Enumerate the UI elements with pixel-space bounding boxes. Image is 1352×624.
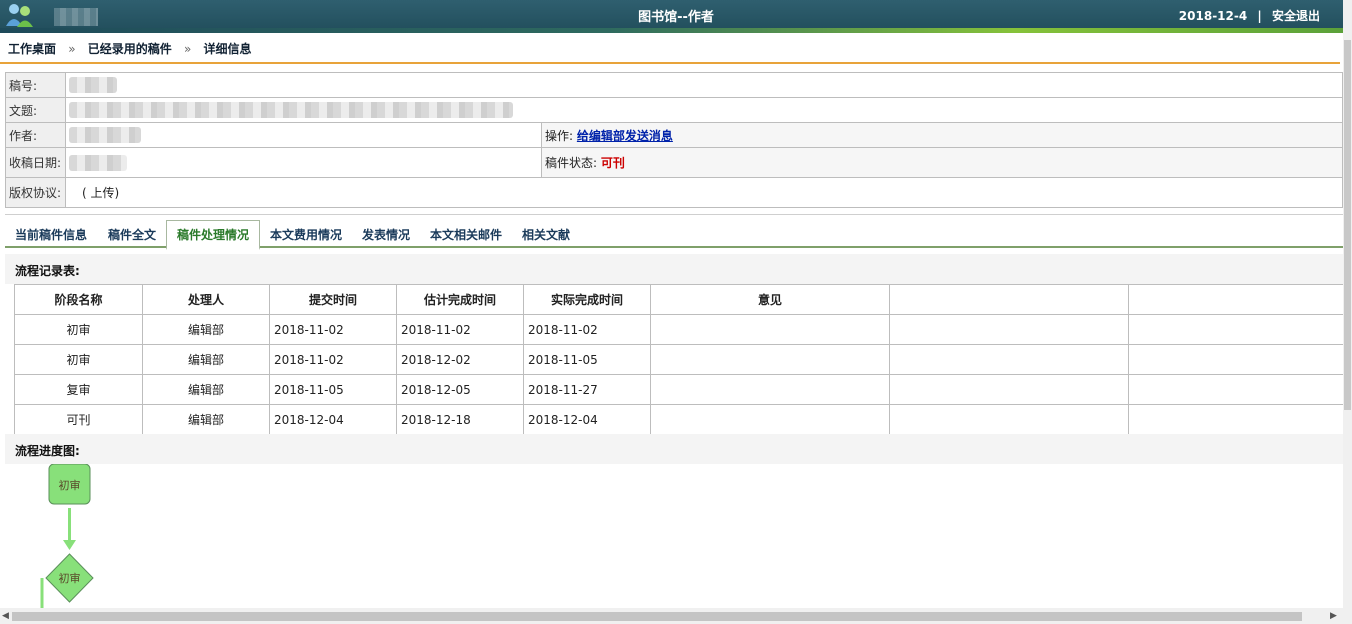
operation-label: 操作: (545, 128, 574, 143)
table-header-row: 阶段名称 处理人 提交时间 估计完成时间 实际完成时间 意见 (14, 284, 1344, 315)
send-message-link[interactable]: 给编辑部发送消息 (577, 129, 673, 143)
horizontal-scrollbar[interactable]: ◀ ▶ (0, 608, 1352, 624)
table-cell: 编辑部 (142, 404, 270, 435)
author-label: 作者: (5, 122, 66, 148)
manuscript-no-value (65, 72, 1343, 98)
scroll-left-icon[interactable]: ◀ (2, 611, 9, 621)
breadcrumb-detail: 详细信息 (203, 42, 252, 56)
flow-diagram: 初审 初审 (40, 464, 94, 608)
table-cell: 2018-12-18 (396, 404, 524, 435)
table-cell: 编辑部 (142, 344, 270, 375)
table-cell: 2018-11-02 (269, 344, 397, 375)
table-cell (889, 314, 1129, 345)
current-date: 2018-12-4 (1178, 9, 1248, 23)
table-cell (1128, 344, 1344, 375)
status-badge: 可刊 (600, 156, 625, 170)
tab-bar: 当前稿件信息 稿件全文 稿件处理情况 本文费用情况 发表情况 本文相关邮件 相关… (5, 214, 1343, 250)
table-cell: 2018-12-04 (523, 404, 651, 435)
table-cell (889, 344, 1129, 375)
table-cell (1128, 404, 1344, 435)
vertical-scroll-thumb[interactable] (1344, 40, 1351, 410)
column-header: 处理人 (142, 284, 270, 315)
table-cell: 可刊 (14, 404, 143, 435)
flow-progress-title: 流程进度图: (5, 434, 1343, 464)
table-cell: 2018-11-27 (523, 374, 651, 405)
table-cell (889, 404, 1129, 435)
table-cell: 2018-12-05 (396, 374, 524, 405)
diagram-arrow-head (63, 540, 76, 550)
scroll-right-icon[interactable]: ▶ (1330, 611, 1337, 621)
author-value (65, 122, 542, 148)
tab-fulltext[interactable]: 稿件全文 (98, 221, 166, 248)
tab-processing[interactable]: 稿件处理情况 (166, 220, 261, 250)
tab-references[interactable]: 相关文献 (512, 221, 580, 248)
manuscript-no-label: 稿号: (5, 72, 66, 98)
column-header: 阶段名称 (14, 284, 143, 315)
table-cell: 编辑部 (142, 314, 270, 345)
manuscript-info-table: 稿号: 文题: 作者: 操作: 给编辑部发送消息 收稿日期: 稿件状态: 可刊 … (5, 72, 1343, 208)
table-cell: 2018-11-05 (523, 344, 651, 375)
flow-record-title: 流程记录表: (5, 254, 1343, 284)
table-cell: 2018-11-02 (396, 314, 524, 345)
status-label: 稿件状态: (545, 156, 598, 170)
table-cell: 2018-12-04 (269, 404, 397, 435)
table-cell: 2018-12-02 (396, 344, 524, 375)
operation-cell: 操作: 给编辑部发送消息 (541, 122, 1343, 148)
column-header: 估计完成时间 (396, 284, 524, 315)
header-right: 2018-12-4 | 安全退出 (1173, 7, 1320, 24)
received-date-label: 收稿日期: (5, 147, 66, 178)
table-cell (650, 314, 890, 345)
tab-emails[interactable]: 本文相关邮件 (420, 221, 512, 248)
table-row: 可刊 编辑部 2018-12-04 2018-12-18 2018-12-04 (14, 404, 1344, 435)
table-cell: 2018-11-02 (523, 314, 651, 345)
table-cell: 2018-11-05 (269, 374, 397, 405)
table-cell: 复审 (14, 374, 143, 405)
horizontal-scroll-thumb[interactable] (12, 612, 1302, 621)
table-cell: 初审 (14, 314, 143, 345)
table-cell (1128, 374, 1344, 405)
breadcrumb-workbench[interactable]: 工作桌面 (8, 42, 56, 56)
table-cell: 2018-11-02 (269, 314, 397, 345)
flow-record-table: 阶段名称 处理人 提交时间 估计完成时间 实际完成时间 意见 初审 编辑部 20… (14, 284, 1344, 435)
table-cell (1128, 314, 1344, 345)
page-title: 图书馆--作者 (638, 10, 714, 25)
tab-publication[interactable]: 发表情况 (352, 221, 420, 248)
table-cell: 初审 (14, 344, 143, 375)
title-label: 文题: (5, 97, 66, 123)
title-value (65, 97, 1343, 123)
table-row: 复审 编辑部 2018-11-05 2018-12-05 2018-11-27 (14, 374, 1344, 405)
top-bar: 图书馆--作者 2018-12-4 | 安全退出 (0, 0, 1352, 33)
column-header (1128, 284, 1344, 315)
table-row: 初审 编辑部 2018-11-02 2018-11-02 2018-11-02 (14, 314, 1344, 345)
table-row: 初审 编辑部 2018-11-02 2018-12-02 2018-11-05 (14, 344, 1344, 375)
copyright-label: 版权协议: (5, 177, 66, 208)
breadcrumb: 工作桌面 » 已经录用的稿件 » 详细信息 (0, 33, 1340, 64)
column-header: 实际完成时间 (523, 284, 651, 315)
logout-link[interactable]: 安全退出 (1272, 9, 1320, 23)
vertical-scrollbar[interactable] (1343, 0, 1352, 608)
column-header (889, 284, 1129, 315)
header-separator: | (1257, 9, 1262, 23)
status-cell: 稿件状态: 可刊 (541, 147, 1343, 178)
breadcrumb-separator: » (68, 42, 76, 56)
diagram-node-label: 初审 (59, 478, 81, 492)
breadcrumb-separator: » (183, 42, 192, 56)
table-cell (889, 374, 1129, 405)
table-cell: 编辑部 (142, 374, 270, 405)
table-cell (650, 374, 890, 405)
column-header: 意见 (650, 284, 890, 315)
breadcrumb-accepted[interactable]: 已经录用的稿件 (88, 42, 172, 56)
tab-fees[interactable]: 本文费用情况 (260, 221, 352, 248)
table-cell (650, 344, 890, 375)
column-header: 提交时间 (269, 284, 397, 315)
received-date-value (65, 147, 542, 178)
table-cell (650, 404, 890, 435)
diagram-node-label: 初审 (59, 571, 81, 585)
tab-current-info[interactable]: 当前稿件信息 (5, 221, 97, 248)
copyright-upload[interactable]: ( 上传) (65, 177, 1343, 208)
